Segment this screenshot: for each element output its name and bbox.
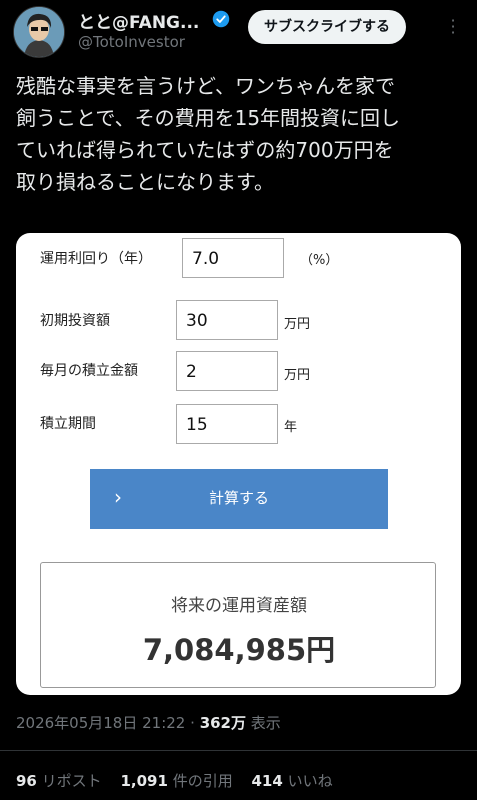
- engagement-stats: 96 リポスト 1,091 件の引用 414 いいね: [16, 770, 347, 791]
- subscribe-button[interactable]: サブスクライブする: [248, 10, 406, 44]
- meta-separator: ·: [190, 714, 195, 732]
- monthly-amount-input[interactable]: 2: [176, 351, 278, 391]
- initial-investment-label: 初期投資額: [40, 313, 110, 329]
- more-options-icon[interactable]: · · ·: [446, 13, 460, 41]
- calculator-image[interactable]: 運用利回り（年） 7.0 （%） 初期投資額 30 万円 毎月の積立金額 2 万…: [16, 233, 461, 695]
- period-unit: 年: [284, 420, 298, 435]
- monthly-amount-label: 毎月の積立金額: [40, 363, 138, 379]
- initial-investment-input[interactable]: 30: [176, 300, 278, 340]
- initial-investment-unit: 万円: [284, 317, 311, 332]
- period-label: 積立期間: [40, 416, 96, 432]
- tweet-meta: 2026年05月18日 21:22 · 362万 表示: [16, 712, 281, 733]
- monthly-amount-unit: 万円: [284, 368, 311, 383]
- verified-badge-icon: [212, 10, 230, 28]
- rate-unit: （%）: [300, 253, 339, 268]
- avatar[interactable]: [13, 6, 65, 58]
- tweet-text: 残酷な事実を言うけど、ワンちゃんを家で 飼うことで、その費用を15年間投資に回し…: [16, 74, 401, 194]
- result-box: 将来の運用資産額 7,084,985円: [40, 562, 436, 688]
- views-count: 362万: [199, 714, 246, 732]
- views-label: 表示: [250, 714, 281, 732]
- display-name[interactable]: とと@FANG...: [78, 8, 199, 33]
- timestamp[interactable]: 2026年05月18日 21:22: [16, 714, 185, 732]
- calculate-button-label: 計算する: [208, 489, 269, 507]
- user-handle[interactable]: @TotoInvestor: [78, 33, 185, 51]
- period-input[interactable]: 15: [176, 404, 278, 444]
- divider: [0, 750, 477, 751]
- likes-stat[interactable]: 414 いいね: [251, 772, 332, 790]
- quotes-stat[interactable]: 1,091 件の引用: [120, 772, 232, 790]
- rate-input[interactable]: 7.0: [182, 238, 284, 278]
- reposts-stat[interactable]: 96 リポスト: [16, 772, 102, 790]
- tweet-header: とと@FANG... @TotoInvestor サブスクライブする · · ·: [0, 0, 477, 62]
- calculate-button[interactable]: › 計算する: [90, 469, 388, 529]
- result-value: 7,084,985円: [142, 633, 336, 667]
- result-title: 将来の運用資産額: [171, 596, 307, 616]
- rate-label: 運用利回り（年）: [40, 251, 152, 267]
